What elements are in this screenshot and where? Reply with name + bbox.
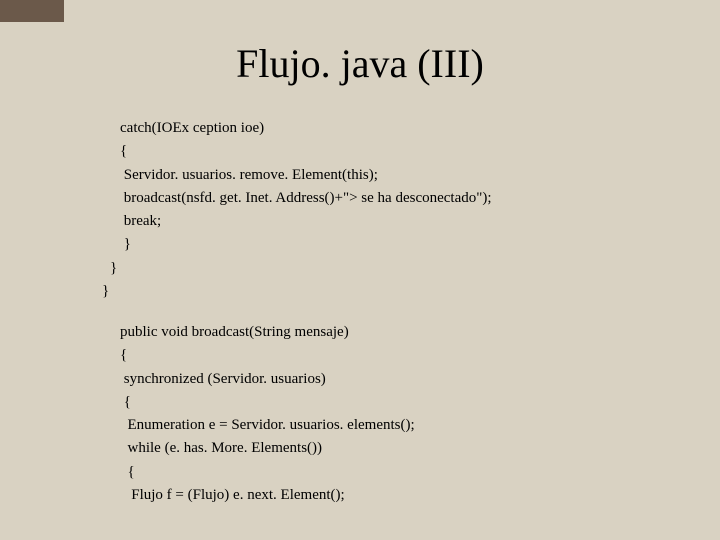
code-line: {: [120, 391, 680, 414]
code-line: }: [120, 233, 680, 256]
code-line: broadcast(nsfd. get. Inet. Address()+"> …: [120, 187, 680, 210]
code-line: }: [102, 280, 680, 303]
code-line: Enumeration e = Servidor. usuarios. elem…: [120, 414, 680, 437]
code-line: public void broadcast(String mensaje): [120, 321, 680, 344]
code-line: while (e. has. More. Elements()): [120, 437, 680, 460]
code-line: break;: [120, 210, 680, 233]
code-line: Flujo f = (Flujo) e. next. Element();: [120, 484, 680, 507]
code-line: catch(IOEx ception ioe): [120, 117, 680, 140]
code-line: {: [120, 344, 680, 367]
slide: Flujo. java (III) catch(IOEx ception ioe…: [0, 0, 720, 540]
code-line: Servidor. usuarios. remove. Element(this…: [120, 164, 680, 187]
code-line: {: [120, 140, 680, 163]
code-block-1: catch(IOEx ception ioe) { Servidor. usua…: [120, 117, 680, 303]
slide-title: Flujo. java (III): [40, 40, 680, 87]
spacer: [40, 303, 680, 321]
code-line: }: [110, 257, 680, 280]
corner-decoration: [0, 0, 64, 22]
code-line: {: [120, 461, 680, 484]
code-line: synchronized (Servidor. usuarios): [120, 368, 680, 391]
code-block-2: public void broadcast(String mensaje) { …: [120, 321, 680, 507]
